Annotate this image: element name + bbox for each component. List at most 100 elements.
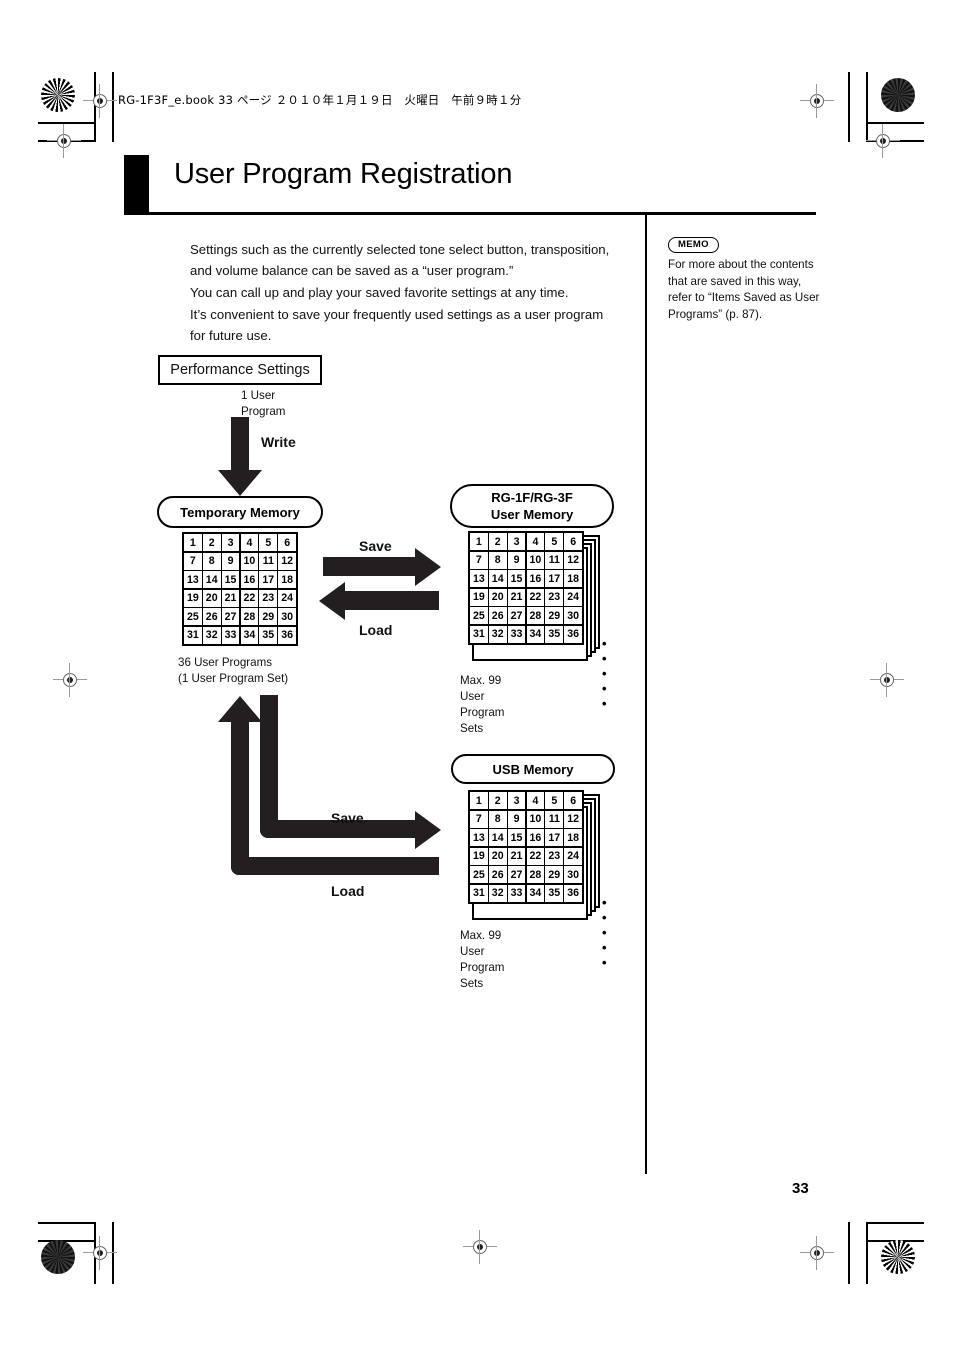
- grid-cell: 34: [526, 884, 545, 902]
- intro-body-text: Settings such as the currently selected …: [190, 239, 615, 347]
- usb-memory-label: USB Memory: [492, 761, 574, 777]
- grid-cell: 2: [488, 533, 507, 551]
- grid-cell: 9: [221, 552, 240, 570]
- grid-cell: 31: [470, 884, 488, 902]
- grid-cell: 15: [507, 570, 526, 588]
- grid-cell: 12: [278, 552, 296, 570]
- load-arrow-top-shaft: [345, 591, 439, 610]
- grid-cell: 2: [488, 792, 507, 810]
- grid-cell: 22: [526, 847, 545, 865]
- grid-cell: 11: [259, 552, 278, 570]
- grid-cell: 22: [526, 588, 545, 606]
- performance-settings-caption: 1 User Program: [241, 389, 286, 418]
- grid-cell: 19: [184, 589, 202, 607]
- user-memory-box: RG-1F/RG-3F User Memory: [450, 484, 614, 528]
- grid-cell: 13: [470, 570, 488, 588]
- load-arrow-bottom-head: [218, 696, 262, 722]
- save-arrow-top-shaft: [323, 557, 419, 576]
- user-memory-caption: Max. 99 User Program Sets: [460, 674, 505, 735]
- grid-cell: 31: [184, 626, 202, 644]
- grid-cell: 6: [564, 533, 582, 551]
- grid-cell: 1: [470, 533, 488, 551]
- grid-cell: 4: [526, 533, 545, 551]
- grid-cell: 9: [507, 810, 526, 828]
- memo-note: MEMO For more about the contents that ar…: [668, 234, 828, 323]
- grid-cell: 28: [240, 608, 259, 626]
- grid-cell: 23: [545, 847, 564, 865]
- grid-cell: 5: [259, 534, 278, 552]
- grid-cell: 30: [278, 608, 296, 626]
- grid-cell: 34: [526, 625, 545, 643]
- grid-cell: 26: [202, 608, 221, 626]
- grid-cell: 29: [545, 607, 564, 625]
- grid-cell: 12: [564, 810, 582, 828]
- grid-cell: 9: [507, 551, 526, 569]
- grid-cell: 16: [240, 571, 259, 589]
- load-arrow-bottom-vertical: [231, 722, 249, 875]
- grid-cell: 7: [184, 552, 202, 570]
- save-arrow-bottom-vertical: [260, 695, 278, 838]
- save-arrow-bottom-head: [415, 811, 441, 849]
- page-number: 33: [792, 1180, 809, 1197]
- grid-cell: 1: [470, 792, 488, 810]
- usb-memory-stack-dots: • • • • •: [602, 895, 609, 970]
- temporary-memory-box: Temporary Memory: [157, 496, 323, 528]
- grid-cell: 36: [564, 625, 582, 643]
- load-arrow-bottom-label: Load: [331, 883, 365, 899]
- grid-cell: 20: [488, 588, 507, 606]
- grid-cell: 26: [488, 866, 507, 884]
- print-header-text: RG-1F3F_e.book 33 ページ ２０１０年１月１９日 火曜日 午前９…: [118, 93, 522, 107]
- usb-memory-box: USB Memory: [451, 754, 615, 784]
- sidebar-divider-rule: [645, 214, 647, 1174]
- grid-cell: 11: [545, 551, 564, 569]
- usb-memory-grid: 1 2 3 4 5 6 7 8 9 10 11 12 13 14 15 16 17 18 19 20 21 22 23 24 2…: [468, 790, 584, 904]
- grid-cell: 4: [526, 792, 545, 810]
- grid-cell: 22: [240, 589, 259, 607]
- grid-cell: 8: [488, 810, 507, 828]
- grid-cell: 23: [259, 589, 278, 607]
- grid-cell: 36: [564, 884, 582, 902]
- grid-cell: 16: [526, 829, 545, 847]
- grid-cell: 18: [564, 829, 582, 847]
- grid-cell: 32: [202, 626, 221, 644]
- grid-cell: 3: [507, 533, 526, 551]
- grid-cell: 19: [470, 588, 488, 606]
- save-arrow-top-head: [415, 548, 441, 586]
- write-arrow-shaft: [231, 417, 249, 472]
- grid-cell: 24: [278, 589, 296, 607]
- user-memory-stack-dots: • • • • •: [602, 636, 609, 711]
- grid-cell: 15: [221, 571, 240, 589]
- grid-cell: 10: [526, 551, 545, 569]
- grid-cell: 10: [526, 810, 545, 828]
- registration-mark-left-upper: [47, 124, 81, 158]
- grid-cell: 4: [240, 534, 259, 552]
- performance-settings-box: Performance Settings: [158, 355, 322, 385]
- grid-cell: 6: [564, 792, 582, 810]
- body-paragraph-3: It’s convenient to save your frequently …: [190, 307, 604, 343]
- registration-mark-top-right-outer: [800, 84, 834, 118]
- body-paragraph-2: You can call up and play your saved favo…: [190, 285, 569, 300]
- page-title-text: User Program Registration: [174, 158, 513, 190]
- grid-cell: 17: [545, 570, 564, 588]
- memo-badge: MEMO: [668, 237, 719, 253]
- grid-cell: 19: [470, 847, 488, 865]
- temporary-memory-grid: 1 2 3 4 5 6 7 8 9 10 11 12 13 14 15 16 17 18 19 20 21 22 23 24 2…: [182, 532, 298, 646]
- grid-cell: 8: [488, 551, 507, 569]
- grid-cell: 21: [221, 589, 240, 607]
- grid-cell: 20: [488, 847, 507, 865]
- grid-cell: 3: [221, 534, 240, 552]
- title-underline-rule: [124, 212, 816, 215]
- grid-cell: 36: [278, 626, 296, 644]
- grid-cell: 28: [526, 607, 545, 625]
- color-registration-blob-top-right: [881, 78, 915, 112]
- grid-cell: 21: [507, 847, 526, 865]
- load-arrow-bottom-horizontal: [231, 857, 439, 875]
- grid-cell: 35: [259, 626, 278, 644]
- grid-cell: 28: [526, 866, 545, 884]
- grid-cell: 14: [488, 829, 507, 847]
- grid-cell: 14: [488, 570, 507, 588]
- grid-cell: 25: [470, 607, 488, 625]
- grid-cell: 34: [240, 626, 259, 644]
- grid-cell: 32: [488, 884, 507, 902]
- grid-cell: 30: [564, 607, 582, 625]
